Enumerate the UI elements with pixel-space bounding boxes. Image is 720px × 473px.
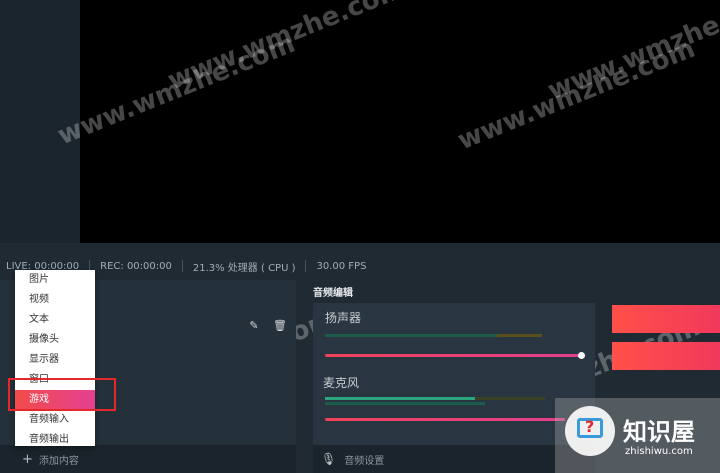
mic-label: 麦克风 [323, 376, 360, 390]
audio-settings-button[interactable]: 🎙 音频设置 [313, 445, 595, 473]
fps-readout: 30.00 FPS [316, 260, 367, 272]
add-source-label: 添加内容 [38, 455, 79, 467]
preview-canvas [80, 0, 720, 243]
menu-item-audio-output[interactable]: 音频输出 [15, 430, 95, 450]
menu-item-audio-input[interactable]: 音频输入 [15, 410, 95, 430]
audio-panel-title: 音频编辑 [313, 288, 353, 299]
mic-meter-rest [475, 397, 545, 400]
menu-item-display[interactable]: 显示器 [15, 350, 95, 370]
mic-meter [325, 397, 475, 400]
microphone-icon: 🎙 [321, 452, 337, 466]
menu-item-game[interactable]: 游戏 [15, 390, 95, 410]
site-logo: ? 知识屋 zhishiwu.com [555, 398, 720, 473]
mic-volume-slider[interactable] [325, 418, 565, 421]
menu-item-text[interactable]: 文本 [15, 310, 95, 330]
menu-item-camera[interactable]: 摄像头 [15, 330, 95, 350]
speaker-volume-knob[interactable] [578, 352, 585, 359]
add-source-menu: 图片 视频 文本 摄像头 显示器 窗口 游戏 音频输入 音频输出 [15, 270, 95, 446]
logo-subtitle: zhishiwu.com [625, 446, 693, 457]
speaker-meter-peak [497, 334, 542, 337]
trash-icon[interactable]: 🗑 [273, 320, 287, 332]
question-icon: ? [585, 417, 595, 436]
plus-icon: + [22, 451, 33, 467]
menu-item-video[interactable]: 视频 [15, 290, 95, 310]
speaker-meter [325, 334, 497, 337]
menu-item-window[interactable]: 窗口 [15, 370, 95, 390]
speaker-label: 扬声器 [325, 311, 362, 325]
streaming-app: www.wmzhe.com www.wmzhe.com www.wmzhe.co… [0, 0, 720, 473]
logo-title: 知识屋 [623, 418, 695, 446]
rec-timer: REC: 00:00:00 [100, 260, 172, 272]
audio-settings-label: 音频设置 [344, 455, 385, 467]
cpu-usage: 21.3% 处理器 ( CPU ) [192, 262, 296, 274]
logo-emblem: ? [565, 406, 615, 456]
edit-icon[interactable]: ✎ [248, 320, 260, 332]
status-bar: LIVE: 00:00:00 REC: 00:00:00 21.3% 处理器 (… [0, 254, 720, 278]
divider [305, 260, 307, 272]
mic-meter-2 [325, 402, 485, 405]
scene-panel [0, 0, 80, 243]
speaker-volume-slider[interactable] [325, 354, 582, 357]
go-live-button[interactable] [612, 305, 720, 333]
divider [181, 260, 183, 272]
menu-item-image[interactable]: 图片 [15, 270, 95, 290]
record-button[interactable] [612, 342, 720, 370]
